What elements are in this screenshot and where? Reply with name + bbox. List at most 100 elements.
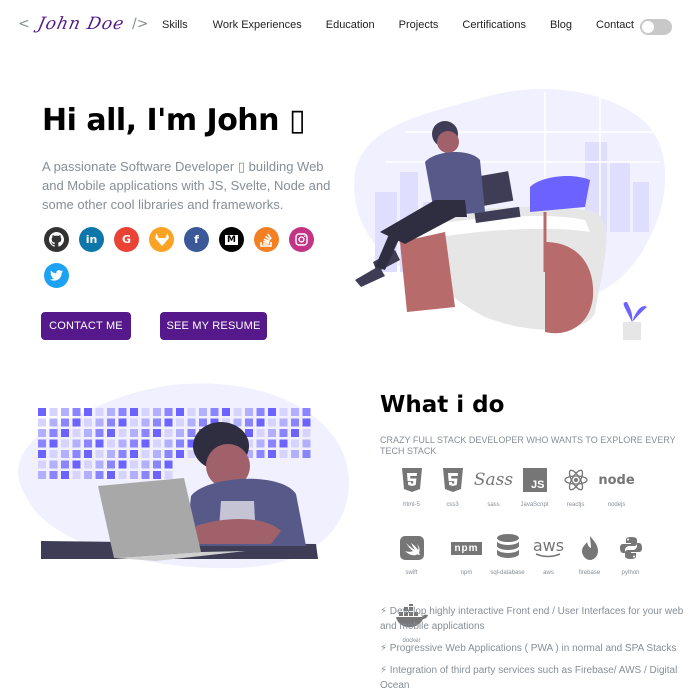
nav-certifications[interactable]: Certifications: [462, 19, 526, 31]
nav-education[interactable]: Education: [326, 19, 375, 31]
grid-tile: [61, 450, 69, 458]
social-links: in G f M: [44, 227, 334, 288]
grid-tile: [210, 408, 219, 416]
dark-mode-toggle[interactable]: [640, 19, 672, 35]
grid-tile: [176, 408, 184, 416]
nav-contact[interactable]: Contact: [596, 19, 634, 31]
skill-item: html-5: [393, 466, 430, 526]
grid-tile: [291, 408, 299, 416]
grid-tile: [222, 408, 230, 416]
grid-tile: [268, 418, 276, 427]
site-header: < John Doe /> Skills Work Experiences Ed…: [0, 0, 700, 52]
grid-tile: [107, 418, 115, 427]
grid-tile: [84, 471, 92, 479]
grid-tile: [256, 429, 265, 437]
see-resume-button[interactable]: SEE MY RESUME: [160, 312, 267, 340]
gitlab-icon[interactable]: [149, 227, 174, 252]
grid-tile: [130, 471, 138, 479]
grid-tile: [107, 408, 115, 416]
grid-tile: [141, 439, 150, 448]
grid-tile: [164, 471, 173, 479]
skill-item: reactjs: [557, 466, 594, 526]
nav-skills[interactable]: Skills: [162, 19, 188, 31]
skill-label: JavaScript: [520, 502, 549, 508]
linkedin-icon[interactable]: in: [79, 227, 104, 252]
grid-tile: [61, 408, 69, 416]
grid-tile: [84, 429, 92, 437]
grid-tile: [72, 439, 81, 448]
grid-tile: [141, 460, 150, 469]
grid-tile: [153, 460, 161, 469]
grid-tile: [245, 408, 253, 416]
grid-tile: [49, 450, 58, 458]
grid-tile: [279, 450, 288, 458]
skill-bullet: ⚡ Integration of third party services su…: [380, 665, 678, 691]
grid-tile: [49, 408, 58, 416]
facebook-icon[interactable]: f: [184, 227, 209, 252]
skill-label: sass: [487, 502, 500, 508]
hero-title: Hi all, I'm John ▯: [42, 103, 305, 138]
grid-tile: [291, 418, 299, 427]
grid-tile: [38, 471, 46, 479]
hero-description: A passionate Software Developer ▯ buildi…: [42, 159, 331, 212]
grid-tile: [118, 418, 127, 427]
instagram-icon[interactable]: [289, 227, 314, 252]
grid-tile: [49, 418, 58, 427]
skill-item: npm npm: [448, 534, 485, 594]
grid-tile: [302, 418, 311, 427]
grid-tile: [49, 439, 58, 448]
database-icon: [496, 534, 520, 562]
grid-tile: [153, 429, 161, 437]
grid-tile: [268, 429, 276, 437]
developer-illustration: [18, 383, 350, 569]
logo[interactable]: < John Doe />: [18, 14, 148, 34]
aws-icon: aws: [532, 535, 565, 557]
grid-tile: [279, 439, 288, 448]
main-nav: Skills Work Experiences Education Projec…: [162, 19, 634, 31]
grid-tile: [84, 439, 92, 448]
grid-tile: [291, 439, 299, 448]
grid-tile: [268, 450, 276, 458]
grid-tile: [291, 429, 299, 437]
nav-work-experiences[interactable]: Work Experiences: [213, 19, 302, 31]
grid-tile: [61, 429, 69, 437]
skill-label: npm: [460, 570, 473, 576]
grid-tile: [245, 418, 253, 427]
grid-tile: [72, 450, 81, 458]
grid-tile: [72, 429, 81, 437]
medium-icon[interactable]: M: [219, 227, 244, 252]
grid-tile: [164, 429, 173, 437]
nodejs-icon: node: [598, 472, 635, 488]
firebase-icon: [580, 534, 600, 562]
grid-tile: [95, 408, 104, 416]
nav-projects[interactable]: Projects: [399, 19, 439, 31]
logo-signature: John Doe: [35, 14, 127, 34]
grid-tile: [302, 439, 311, 448]
skills-subtitle: CRAZY FULL STACK DEVELOPER WHO WANTS TO …: [380, 435, 676, 456]
grid-tile: [187, 408, 196, 416]
github-icon[interactable]: [44, 227, 69, 252]
grid-tile: [176, 439, 184, 448]
css3-icon: [442, 466, 464, 494]
skill-label: html-5: [403, 502, 420, 508]
skill-label: swift: [405, 570, 418, 576]
python-icon: [619, 534, 643, 562]
grid-tile: [49, 429, 58, 437]
contact-me-button[interactable]: CONTACT ME: [41, 312, 131, 340]
grid-tile: [164, 450, 173, 458]
google-icon[interactable]: G: [114, 227, 139, 252]
nav-blog[interactable]: Blog: [550, 19, 572, 31]
grid-tile: [256, 418, 265, 427]
skill-bullet: ⚡ Develop highly interactive Front end /…: [380, 606, 684, 632]
grid-tile: [130, 450, 138, 458]
grid-tile: [95, 439, 104, 448]
grid-tile: [256, 450, 265, 458]
html5-icon: [401, 466, 423, 494]
grid-tile: [38, 439, 46, 448]
swift-icon: [399, 534, 424, 562]
grid-tile: [130, 460, 138, 469]
stackoverflow-icon[interactable]: [254, 227, 279, 252]
grid-tile: [176, 429, 184, 437]
javascript-icon: JS: [522, 466, 547, 494]
twitter-icon[interactable]: [44, 263, 69, 288]
